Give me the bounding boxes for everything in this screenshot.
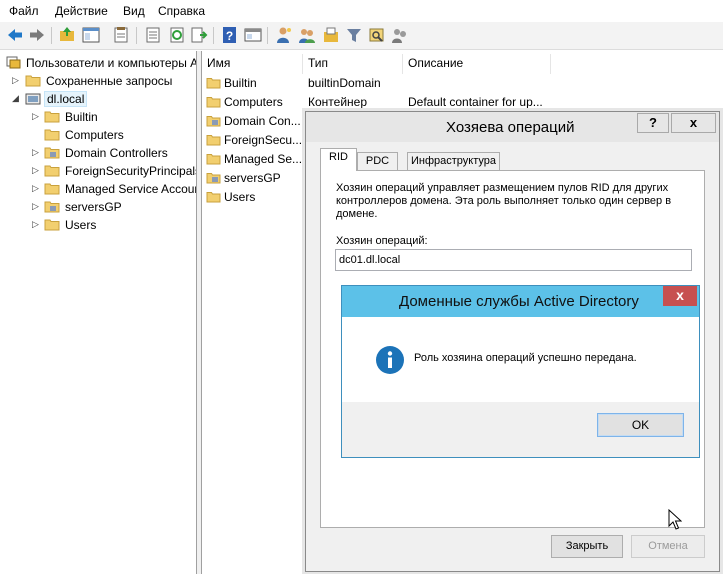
expand-icon[interactable]: ▷ xyxy=(12,75,19,86)
info-icon xyxy=(375,345,405,375)
ou-folder-icon xyxy=(206,172,221,184)
new-user-icon[interactable] xyxy=(275,26,293,44)
ok-button[interactable]: OK xyxy=(597,413,684,437)
new-group-icon[interactable] xyxy=(298,26,316,44)
folder-icon xyxy=(206,153,221,165)
help-button[interactable]: ? xyxy=(637,113,669,133)
message-title: Доменные службы Active Directory xyxy=(399,293,639,310)
tree-item-builtin[interactable]: ▷ Builtin xyxy=(0,108,195,126)
message-close-button[interactable]: x xyxy=(663,286,697,306)
tree-item-domain-controllers[interactable]: ▷ Domain Controllers xyxy=(0,144,195,162)
expand-icon[interactable]: ▷ xyxy=(32,165,39,176)
menu-action[interactable]: Действие xyxy=(55,4,108,18)
console-tree[interactable]: Пользователи и компьютеры А ▷ Сохраненны… xyxy=(0,51,197,574)
show-tree-icon[interactable] xyxy=(82,26,100,44)
back-icon[interactable] xyxy=(6,26,24,44)
ou-folder-icon xyxy=(44,200,60,213)
list-item[interactable]: Computers Контейнер Default container fo… xyxy=(202,93,723,112)
folder-icon xyxy=(44,128,60,141)
new-ou-icon[interactable] xyxy=(322,26,340,44)
expand-icon[interactable]: ▷ xyxy=(32,201,39,212)
folder-icon xyxy=(25,74,41,87)
expand-icon[interactable]: ▷ xyxy=(32,183,39,194)
mouse-pointer-icon xyxy=(668,508,683,531)
tab-pdc[interactable]: PDC xyxy=(357,152,398,170)
column-header-type[interactable]: Тип xyxy=(303,54,403,74)
message-text: Роль хозяина операций успешно передана. xyxy=(414,352,637,364)
folder-icon xyxy=(206,96,221,108)
tree-item-users[interactable]: ▷ Users xyxy=(0,216,195,234)
close-button[interactable]: x xyxy=(671,113,716,133)
domain-icon xyxy=(25,92,41,105)
help-icon[interactable]: ? xyxy=(221,26,239,44)
properties-icon[interactable] xyxy=(112,26,130,44)
folder-icon xyxy=(44,182,60,195)
ad-message-box: Доменные службы Active Directory x Роль … xyxy=(341,285,700,458)
export-list-icon[interactable] xyxy=(144,26,162,44)
add-to-group-icon[interactable] xyxy=(391,26,409,44)
tab-infrastructure[interactable]: Инфраструктура xyxy=(407,152,500,170)
role-description: Хозяин операций управляет размещением пу… xyxy=(336,182,672,220)
ou-folder-icon xyxy=(206,115,221,127)
tree-root[interactable]: Пользователи и компьютеры А xyxy=(2,54,196,72)
menu-view[interactable]: Вид xyxy=(123,4,145,18)
master-label: Хозяин операций: xyxy=(336,235,428,247)
find-icon[interactable] xyxy=(368,26,386,44)
master-field[interactable]: dc01.dl.local xyxy=(335,249,692,271)
tree-item-dl-local[interactable]: ◢ dl.local xyxy=(0,90,195,108)
cancel-button[interactable]: Отмена xyxy=(631,535,705,558)
list-item[interactable]: Builtin builtinDomain xyxy=(202,74,723,93)
column-header-description[interactable]: Описание xyxy=(403,54,551,74)
folder-icon xyxy=(44,164,60,177)
dialog-title: Хозяева операций xyxy=(446,119,575,136)
tab-rid[interactable]: RID xyxy=(320,148,357,171)
folder-icon xyxy=(206,77,221,89)
dialog-titlebar[interactable]: Хозяева операций ? x xyxy=(306,112,719,142)
menu-file[interactable]: Файл xyxy=(9,4,39,18)
snapin-icon xyxy=(6,56,21,69)
folder-icon xyxy=(44,218,60,231)
message-titlebar[interactable]: Доменные службы Active Directory xyxy=(342,286,699,317)
close-dialog-button[interactable]: Закрыть xyxy=(551,535,623,558)
expand-icon[interactable]: ▷ xyxy=(32,147,39,158)
menu-help[interactable]: Справка xyxy=(158,4,205,18)
folder-icon xyxy=(206,191,221,203)
column-header-name[interactable]: Имя xyxy=(202,54,303,74)
tree-item-serversgp[interactable]: ▷ serversGP xyxy=(0,198,195,216)
expand-icon[interactable]: ▷ xyxy=(32,111,39,122)
tree-item-saved-queries[interactable]: ▷ Сохраненные запросы xyxy=(0,72,195,90)
folder-icon xyxy=(44,110,60,123)
refresh-icon[interactable] xyxy=(168,26,186,44)
forward-icon[interactable] xyxy=(28,26,46,44)
toolbar: ? xyxy=(0,22,723,50)
expand-icon[interactable]: ▷ xyxy=(32,219,39,230)
console-tree-icon[interactable] xyxy=(244,26,262,44)
collapse-icon[interactable]: ◢ xyxy=(12,93,19,104)
tree-item-computers[interactable]: Computers xyxy=(0,126,195,144)
folder-icon xyxy=(206,134,221,146)
tree-item-managed-service-accounts[interactable]: ▷ Managed Service Accounts xyxy=(0,180,196,198)
up-folder-icon[interactable] xyxy=(58,26,76,44)
ou-folder-icon xyxy=(44,146,60,159)
svg-text:?: ? xyxy=(226,29,233,43)
export-icon[interactable] xyxy=(190,26,208,44)
filter-icon[interactable] xyxy=(345,26,363,44)
tree-item-foreign-security-principals[interactable]: ▷ ForeignSecurityPrincipals xyxy=(0,162,196,180)
menu-bar: Файл Действие Вид Справка xyxy=(0,0,723,22)
message-body: Роль хозяина операций успешно передана. xyxy=(342,317,699,402)
